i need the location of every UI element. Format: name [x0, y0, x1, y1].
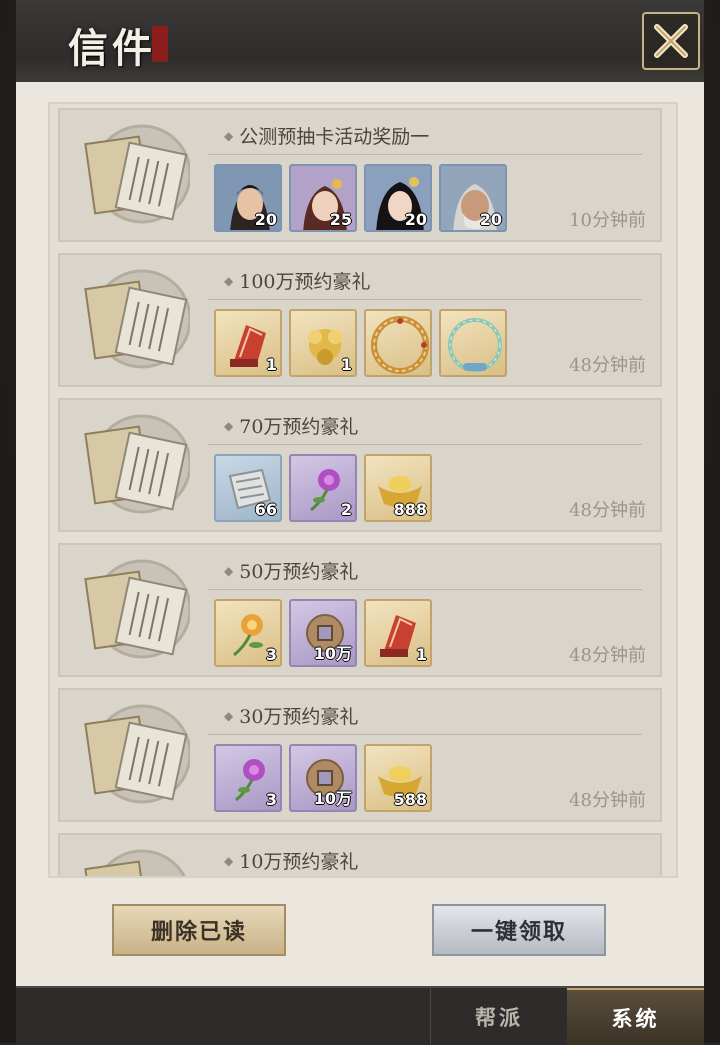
- reward-slot[interactable]: 888: [364, 454, 432, 522]
- reward-quantity: 20: [254, 210, 277, 229]
- reward-quantity: 1: [340, 355, 352, 374]
- reward-quantity: 20: [404, 210, 427, 229]
- mail-item[interactable]: ◆ 70万预约豪礼 66 2 888 48分钟前: [58, 398, 662, 532]
- mail-title: 70万预约豪礼: [239, 416, 359, 438]
- gold-ring-frame-icon: [371, 316, 429, 374]
- tab-system[interactable]: 系统: [567, 988, 704, 1045]
- reward-list: 3 10万 1: [214, 599, 432, 667]
- reward-quantity: 3: [265, 790, 277, 809]
- reward-slot[interactable]: 588: [364, 744, 432, 812]
- mail-panel: ◆ 公测预抽卡活动奖励一 20 25 20 20 10分钟前 ◆ 100万预约豪…: [16, 82, 704, 986]
- mail-item[interactable]: ◆ 30万预约豪礼 3 10万 588 48分钟前: [58, 688, 662, 822]
- reward-quantity: 1: [415, 645, 427, 664]
- bottom-tab-bar: 帮派 系统: [16, 986, 704, 1045]
- mail-time: 48分钟前: [569, 500, 646, 521]
- mail-title: 100万预约豪礼: [239, 271, 371, 293]
- reward-slot[interactable]: 20: [439, 164, 507, 232]
- reward-slot[interactable]: 2: [289, 454, 357, 522]
- diamond-bullet-icon: ◆: [224, 129, 234, 143]
- reward-slot[interactable]: 3: [214, 599, 282, 667]
- mail-title: 30万预约豪礼: [239, 706, 359, 728]
- reward-list: 3 10万 588: [214, 744, 432, 812]
- reward-slot[interactable]: 20: [364, 164, 432, 232]
- divider: [208, 154, 642, 155]
- diamond-bullet-icon: ◆: [224, 709, 234, 723]
- reward-quantity: 10万: [313, 644, 352, 663]
- reward-slot[interactable]: [439, 309, 507, 377]
- letter-book-icon: [84, 124, 190, 224]
- mail-item[interactable]: ◆ 100万预约豪礼 1 1 48分钟前: [58, 253, 662, 387]
- reward-slot[interactable]: 10万: [289, 599, 357, 667]
- diamond-bullet-icon: ◆: [224, 274, 234, 288]
- reward-list: 20 25 20 20: [214, 164, 507, 232]
- mail-item[interactable]: ◆ 公测预抽卡活动奖励一 20 25 20 20 10分钟前: [58, 108, 662, 242]
- letter-book-icon: [84, 849, 186, 876]
- close-button[interactable]: [642, 12, 700, 70]
- tab-guild[interactable]: 帮派: [430, 988, 567, 1045]
- divider: [208, 734, 642, 735]
- reward-slot[interactable]: 66: [214, 454, 282, 522]
- mail-list[interactable]: ◆ 公测预抽卡活动奖励一 20 25 20 20 10分钟前 ◆ 100万预约豪…: [48, 102, 678, 878]
- diamond-bullet-icon: ◆: [224, 564, 234, 578]
- diamond-bullet-icon: ◆: [224, 854, 234, 868]
- mail-time: 48分钟前: [569, 645, 646, 666]
- divider: [208, 299, 642, 300]
- close-icon: [654, 24, 688, 58]
- reward-slot[interactable]: 3: [214, 744, 282, 812]
- mail-title: 50万预约豪礼: [239, 561, 359, 583]
- letter-book-icon: [84, 559, 190, 659]
- reward-quantity: 3: [265, 645, 277, 664]
- reward-slot[interactable]: 10万: [289, 744, 357, 812]
- reward-quantity: 66: [254, 500, 277, 519]
- mail-window-header: 信件: [16, 0, 704, 85]
- claim-all-button[interactable]: 一键领取: [432, 904, 606, 956]
- diamond-bullet-icon: ◆: [224, 419, 234, 433]
- reward-quantity: 25: [329, 210, 352, 229]
- mail-time: 48分钟前: [569, 790, 646, 811]
- reward-slot[interactable]: 1: [364, 599, 432, 667]
- reward-quantity: 888: [393, 500, 427, 519]
- window-title: 信件: [68, 25, 156, 72]
- divider: [208, 589, 642, 590]
- reward-quantity: 2: [340, 500, 352, 519]
- reward-slot[interactable]: 1: [289, 309, 357, 377]
- reward-quantity: 588: [393, 790, 427, 809]
- mail-item[interactable]: ◆ 50万预约豪礼 3 10万 1 48分钟前: [58, 543, 662, 677]
- red-seal-icon: [152, 26, 168, 62]
- delete-read-button[interactable]: 删除已读: [112, 904, 286, 956]
- letter-book-icon: [84, 269, 190, 369]
- reward-list: 1 1: [214, 309, 507, 377]
- reward-quantity: 20: [479, 210, 502, 229]
- letter-book-icon: [84, 414, 190, 514]
- mail-time: 48分钟前: [569, 355, 646, 376]
- reward-slot[interactable]: 20: [214, 164, 282, 232]
- reward-slot[interactable]: [364, 309, 432, 377]
- reward-slot[interactable]: 1: [214, 309, 282, 377]
- mail-time: 10分钟前: [569, 210, 646, 231]
- mail-title: 公测预抽卡活动奖励一: [239, 126, 430, 148]
- reward-quantity: 10万: [313, 789, 352, 808]
- reward-slot[interactable]: 25: [289, 164, 357, 232]
- mail-title: 10万预约豪礼: [239, 851, 359, 873]
- divider: [208, 444, 642, 445]
- reward-quantity: 1: [265, 355, 277, 374]
- letter-book-icon: [84, 704, 190, 804]
- jade-ring-frame-icon: [448, 318, 502, 372]
- mail-item[interactable]: ◆ 10万预约豪礼: [58, 833, 662, 876]
- reward-list: 66 2 888: [214, 454, 432, 522]
